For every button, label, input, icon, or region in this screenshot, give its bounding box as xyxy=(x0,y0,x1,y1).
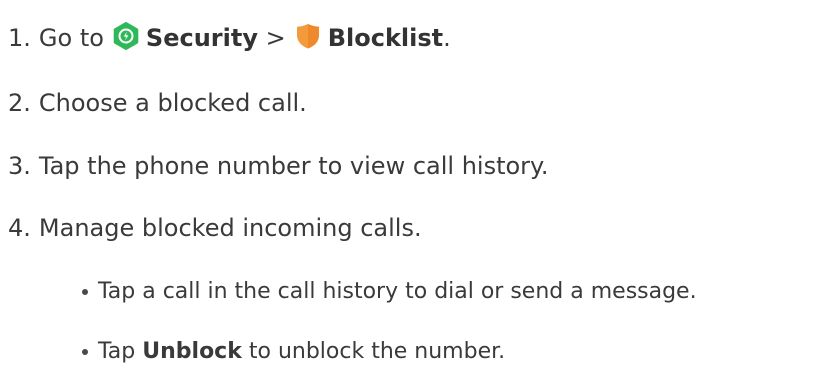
blocklist-label: Blocklist xyxy=(327,24,444,52)
bullet-icon xyxy=(82,349,88,355)
security-label: Security xyxy=(145,24,258,52)
step-text: Tap the phone number to view call histor… xyxy=(38,152,549,180)
step-number: 4. xyxy=(8,214,31,242)
step-text: Go to xyxy=(38,24,104,52)
bullet-icon xyxy=(82,289,88,295)
sub-step-2: Tap Unblock to unblock the number. xyxy=(82,339,505,365)
step-number: 3. xyxy=(8,152,31,180)
step-1: 1. Go to Security > Blocklist . xyxy=(8,22,451,52)
step-4: 4. Manage blocked incoming calls. xyxy=(8,214,422,242)
step-end: . xyxy=(443,24,451,52)
sub-step-1: Tap a call in the call history to dial o… xyxy=(82,279,697,305)
step-number: 1. xyxy=(8,24,31,52)
unblock-label: Unblock xyxy=(142,339,242,364)
shield-icon xyxy=(294,22,322,50)
step-text: Manage blocked incoming calls. xyxy=(38,214,422,242)
security-app-icon xyxy=(112,22,140,50)
step-text: Choose a blocked call. xyxy=(38,89,307,117)
sub-step-text: Tap a call in the call history to dial o… xyxy=(98,279,697,304)
sub-step-text: to unblock the number. xyxy=(248,339,506,364)
separator: > xyxy=(265,24,286,52)
sub-step-text: Tap xyxy=(98,339,136,364)
step-number: 2. xyxy=(8,89,31,117)
step-2: 2. Choose a blocked call. xyxy=(8,89,307,117)
step-3: 3. Tap the phone number to view call his… xyxy=(8,152,548,180)
